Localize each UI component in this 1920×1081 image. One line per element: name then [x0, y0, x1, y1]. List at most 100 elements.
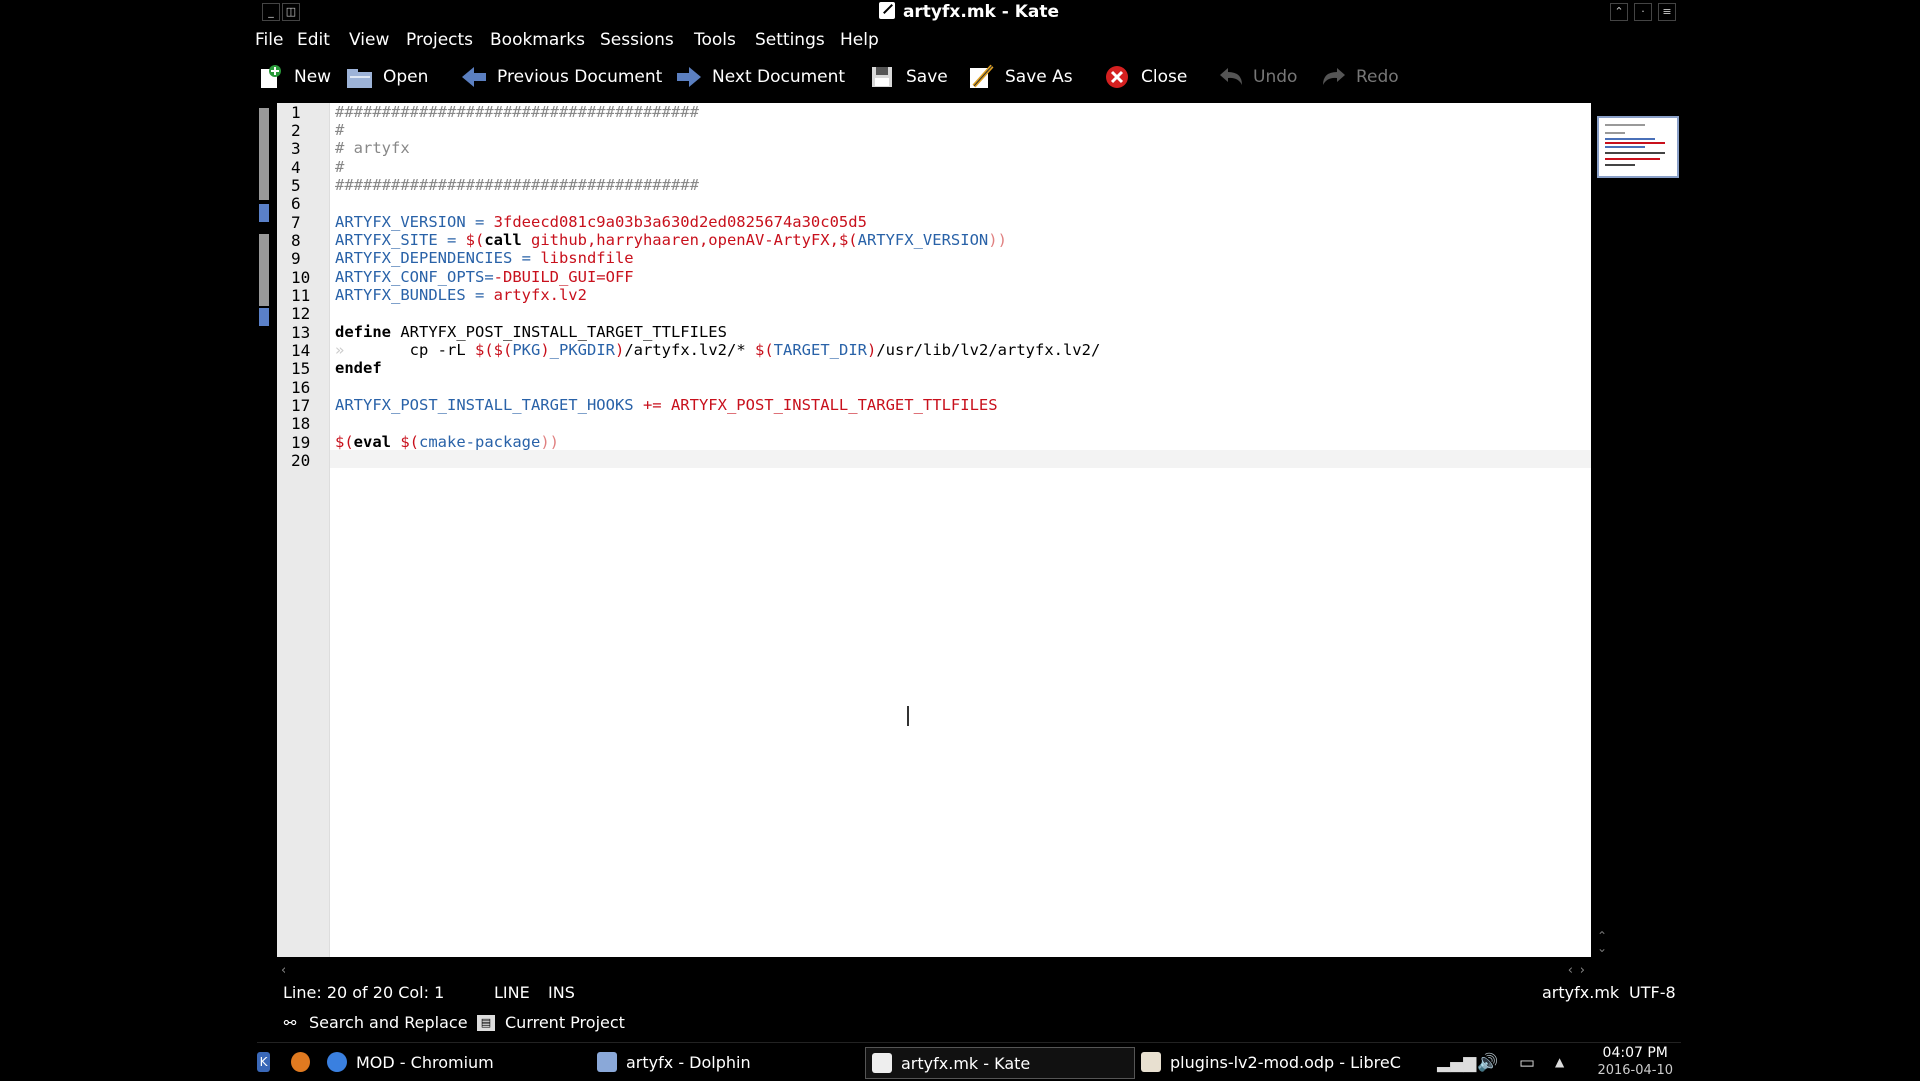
value-token: github,harryhaaren,openAV-ArtyFX, [521, 231, 839, 249]
variable-token: PKG [512, 341, 541, 359]
projects-tab[interactable] [259, 234, 269, 306]
save-button[interactable]: Save [869, 60, 948, 94]
operator-token: += [633, 396, 671, 414]
task-kate-label: artyfx.mk - Kate [901, 1053, 1031, 1073]
variable-token: ARTYFX_POST_INSTALL_TARGET_HOOKS [335, 396, 634, 414]
horizontal-scrollbar[interactable]: ‹ ‹ › [277, 963, 1591, 978]
documents-tab[interactable] [259, 108, 269, 200]
line-number: 8 [291, 231, 301, 250]
new-button[interactable]: New [257, 60, 331, 94]
open-label: Open [383, 67, 429, 87]
save-as-pencil-icon [968, 64, 994, 90]
document-minimap[interactable] [1597, 116, 1679, 178]
volume-icon[interactable]: 🔊 [1477, 1053, 1498, 1073]
dolphin-icon [597, 1052, 617, 1072]
current-project-label: Current Project [505, 1013, 625, 1032]
previous-document-button[interactable]: Previous Document [460, 60, 662, 94]
tray-expand-icon[interactable]: ▲ [1555, 1055, 1564, 1069]
vertical-scroll-arrows[interactable]: ⌃ ⌄ [1597, 930, 1607, 954]
paren-token: ) [615, 341, 625, 359]
paren-token: $( [400, 433, 420, 451]
scroll-right-icon[interactable]: › [1580, 963, 1585, 978]
projects-tab-icon [259, 308, 269, 326]
paren-token: $( [838, 231, 858, 249]
redo-button[interactable]: Redo [1319, 60, 1399, 94]
path-token: /artyfx.lv2/* [624, 341, 755, 359]
save-as-button[interactable]: Save As [968, 60, 1073, 94]
arrow-right-icon [675, 64, 701, 90]
code-line-19: $(eval $(cmake-package)) [335, 433, 559, 451]
encoding[interactable]: UTF-8 [1629, 983, 1676, 1002]
line-number: 14 [291, 341, 311, 360]
keep-above-button[interactable]: ⌃ [1610, 3, 1628, 21]
menu-projects[interactable]: Projects [406, 30, 473, 50]
tool-view-bar: ⚯ Search and Replace ▤ Current Project [257, 1010, 1681, 1038]
redo-icon [1319, 64, 1345, 90]
keyword-token: eval [353, 433, 391, 451]
binoculars-icon: ⚯ [283, 1013, 297, 1032]
menu-view[interactable]: View [349, 30, 389, 50]
shade-button[interactable]: · [1634, 3, 1652, 21]
task-dolphin[interactable]: artyfx - Dolphin [597, 1047, 787, 1077]
menu-file[interactable]: File [255, 30, 283, 50]
task-chromium[interactable]: MOD - Chromium [327, 1047, 527, 1077]
scroll-left-icon[interactable]: ‹ [281, 963, 286, 978]
menu-bookmarks[interactable]: Bookmarks [490, 30, 585, 50]
text-editor[interactable]: 1 2 3 4 5 6 7 8 9 10 11 12 13 14 15 16 1… [277, 103, 1591, 957]
undo-button[interactable]: Undo [1216, 60, 1297, 94]
project-icon: ▤ [477, 1014, 495, 1031]
notifications-icon[interactable]: ▭ [1519, 1053, 1535, 1073]
current-project-tab[interactable]: ▤ Current Project [477, 1013, 625, 1032]
code-line-5: ####################################### [335, 176, 699, 194]
network-signal-icon[interactable]: ▂▄▆ [1437, 1053, 1476, 1073]
clock-date: 2016-04-10 [1597, 1063, 1673, 1078]
scroll-left-icon[interactable]: ‹ [1568, 963, 1573, 978]
task-kate[interactable]: artyfx.mk - Kate [865, 1047, 1135, 1079]
line-number: 17 [291, 396, 311, 415]
menu-help[interactable]: Help [840, 30, 879, 50]
line-number: 12 [291, 304, 311, 323]
search-replace-tab[interactable]: ⚯ Search and Replace [281, 1013, 468, 1032]
code-line-2: # [335, 121, 345, 139]
folder-open-icon [346, 64, 372, 90]
variable-token: ARTYFX_VERSION [335, 213, 466, 231]
input-mode[interactable]: INS [548, 983, 575, 1002]
value-token: 3fdeecd081c9a03b3a630d2ed0825674a30c05d5 [493, 213, 867, 231]
next-document-button[interactable]: Next Document [675, 60, 845, 94]
selection-mode[interactable]: LINE [494, 983, 530, 1002]
code-line-8: ARTYFX_SITE = $(call github,harryhaaren,… [335, 231, 1007, 249]
window-title: artyfx.mk - Kate [257, 2, 1681, 22]
window-menu-button[interactable]: ≡ [1658, 3, 1676, 21]
menu-sessions[interactable]: Sessions [600, 30, 674, 50]
app-launcher-button[interactable]: K [257, 1047, 279, 1077]
undo-label: Undo [1253, 67, 1298, 87]
variable-token: cmake-package [419, 433, 541, 451]
variable-token: ARTYFX_CONF_OPTS [335, 268, 485, 286]
code-line-14: » cp -rL $($(PKG)_PKGDIR)/artyfx.lv2/* $… [335, 341, 1100, 359]
side-panel [257, 104, 277, 964]
code-line-13: define ARTYFX_POST_INSTALL_TARGET_TTLFIL… [335, 323, 727, 341]
previous-document-label: Previous Document [497, 67, 663, 87]
line-number: 9 [291, 249, 301, 268]
task-libreoffice[interactable]: plugins-lv2-mod.odp - LibreC [1141, 1047, 1411, 1077]
task-dolphin-label: artyfx - Dolphin [626, 1052, 751, 1072]
value-token: libsndfile [540, 249, 634, 267]
path-token: /usr/lib/lv2/artyfx.lv2/ [876, 341, 1101, 359]
code-line-3: # artyfx [335, 139, 410, 157]
close-button[interactable]: Close [1104, 60, 1187, 94]
line-number: 6 [291, 194, 301, 213]
main-toolbar: New Open Previous Document Next Document… [257, 60, 1681, 94]
cursor-position[interactable]: Line: 20 of 20 Col: 1 [283, 983, 444, 1002]
impress-icon [1141, 1052, 1161, 1072]
line-number: 15 [291, 359, 311, 378]
close-label: Close [1141, 67, 1188, 87]
open-button[interactable]: Open [346, 60, 428, 94]
menu-edit[interactable]: Edit [297, 30, 330, 50]
menu-settings[interactable]: Settings [755, 30, 825, 50]
line-number: 11 [291, 286, 311, 305]
firefox-button[interactable] [291, 1047, 319, 1077]
status-bar: Line: 20 of 20 Col: 1 LINE INS artyfx.mk… [257, 980, 1681, 1006]
menu-tools[interactable]: Tools [694, 30, 736, 50]
new-document-icon [257, 64, 283, 90]
clock[interactable]: 04:07 PM 2016-04-10 [1597, 1045, 1673, 1079]
